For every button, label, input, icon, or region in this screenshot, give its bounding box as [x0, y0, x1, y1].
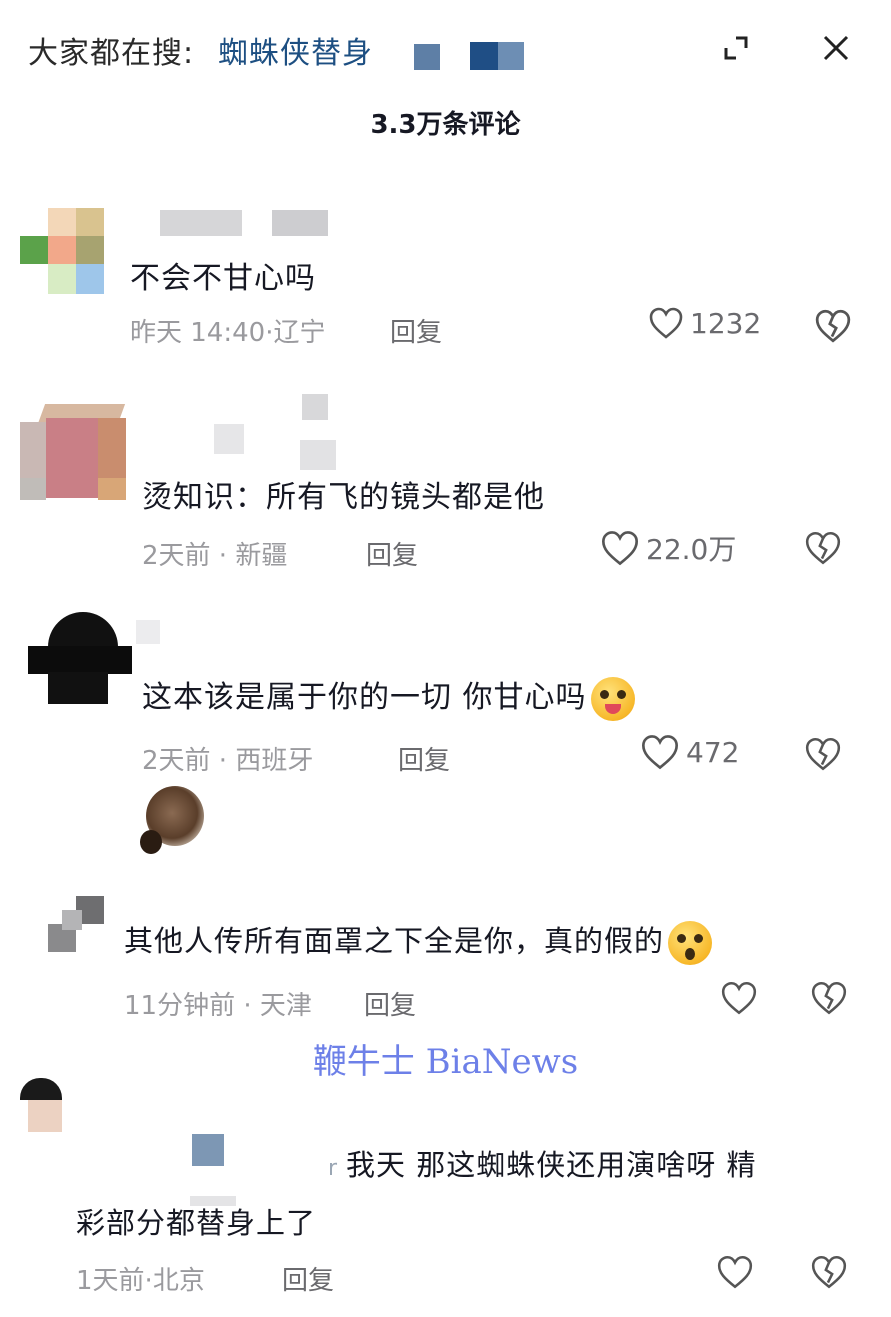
search-term-link[interactable]: 蜘蛛侠替身 — [218, 28, 373, 72]
comment-location: 天津 — [259, 991, 312, 1021]
reply-button[interactable]: 回复 — [364, 985, 416, 1022]
comment-text-value: 其他人传所有面罩之下全是你，真的假的 — [124, 924, 665, 958]
blurred-username — [192, 1134, 224, 1166]
expand-icon[interactable] — [721, 33, 751, 63]
like-count: 22.0万 — [646, 533, 737, 566]
avatar[interactable] — [140, 786, 210, 858]
dislike-icon[interactable] — [804, 530, 842, 566]
comment-time: 2天前 · 新疆 — [142, 541, 288, 571]
like-button[interactable]: 472 — [640, 733, 739, 771]
comment-time-value: 2天前 — [142, 541, 211, 571]
comment-time: 11分钟前 · 天津 — [124, 991, 312, 1021]
comment-location: 辽宁 — [273, 318, 326, 348]
dislike-icon[interactable] — [810, 980, 848, 1016]
comment-text: 烫知识：所有飞的镜头都是他 — [142, 480, 545, 515]
avatar[interactable] — [20, 208, 104, 296]
comment-text: 这本该是属于你的一切 你甘心吗 — [142, 672, 635, 721]
comment-text-value: 这本该是属于你的一切 你甘心吗 — [142, 680, 587, 715]
comment-time-value: 昨天 14:40 — [130, 318, 266, 348]
comment-time: 昨天 14:40·辽宁 — [130, 318, 326, 348]
avatar[interactable] — [48, 896, 104, 954]
blurred-username — [302, 394, 328, 420]
heart-icon — [649, 307, 683, 339]
tongue-emoji-icon — [590, 676, 635, 721]
comment-text-value: 我天 那这蜘蛛侠还用演啥呀 精 — [346, 1148, 757, 1182]
reply-button[interactable]: 回复 — [282, 1260, 334, 1297]
comment-text-line2: 彩部分都替身上了 — [76, 1206, 317, 1240]
heart-icon — [641, 735, 679, 770]
blurred-username — [136, 620, 160, 644]
close-icon[interactable] — [821, 33, 851, 63]
watermark: 鞭牛士 BiaNews — [312, 1042, 579, 1082]
comment-time-value: 1天前 — [76, 1266, 145, 1296]
blurred-username — [300, 440, 336, 470]
dislike-icon[interactable] — [810, 1254, 848, 1290]
comment-time: 2天前 · 西班牙 — [142, 746, 314, 776]
comment-time-value: 2天前 — [142, 746, 211, 776]
like-button[interactable]: 22.0万 — [600, 528, 736, 568]
blurred-search-extra — [414, 44, 440, 70]
blurred-search-extra — [498, 42, 524, 70]
reply-button[interactable]: 回复 — [398, 740, 450, 777]
dislike-icon[interactable] — [804, 736, 842, 772]
heart-icon[interactable] — [716, 1254, 754, 1290]
blurred-search-extra — [470, 42, 498, 70]
like-count: 1232 — [690, 306, 762, 340]
blurred-username — [214, 424, 244, 454]
comment-time-value: 11分钟前 — [124, 991, 236, 1021]
heart-icon — [601, 531, 639, 566]
reply-button[interactable]: 回复 — [366, 535, 418, 572]
heart-icon[interactable] — [720, 980, 758, 1016]
comment-location: 西班牙 — [235, 746, 314, 776]
blurred-username — [160, 210, 242, 236]
like-button[interactable]: 1232 — [648, 306, 761, 340]
search-prefix: 大家都在搜: — [28, 36, 195, 71]
comment-text: 其他人传所有面罩之下全是你，真的假的 — [124, 918, 713, 965]
dislike-icon[interactable] — [814, 308, 852, 344]
comment-location: 北京 — [152, 1266, 205, 1296]
comment-time: 1天前·北京 — [76, 1266, 205, 1296]
comment-location: 新疆 — [235, 541, 288, 571]
comment-text: 不会不甘心吗 — [130, 261, 316, 296]
shocked-emoji-icon — [668, 921, 713, 965]
avatar[interactable] — [28, 612, 132, 704]
avatar[interactable] — [20, 392, 132, 504]
like-count: 472 — [686, 735, 740, 769]
comment-text: r 我天 那这蜘蛛侠还用演啥呀 精 — [328, 1142, 756, 1184]
avatar[interactable] — [20, 1078, 62, 1134]
reply-button[interactable]: 回复 — [390, 312, 442, 349]
comment-count: 3.3万条评论 — [370, 110, 521, 140]
blurred-username-tail: r — [328, 1156, 347, 1181]
blurred-username — [272, 210, 328, 236]
